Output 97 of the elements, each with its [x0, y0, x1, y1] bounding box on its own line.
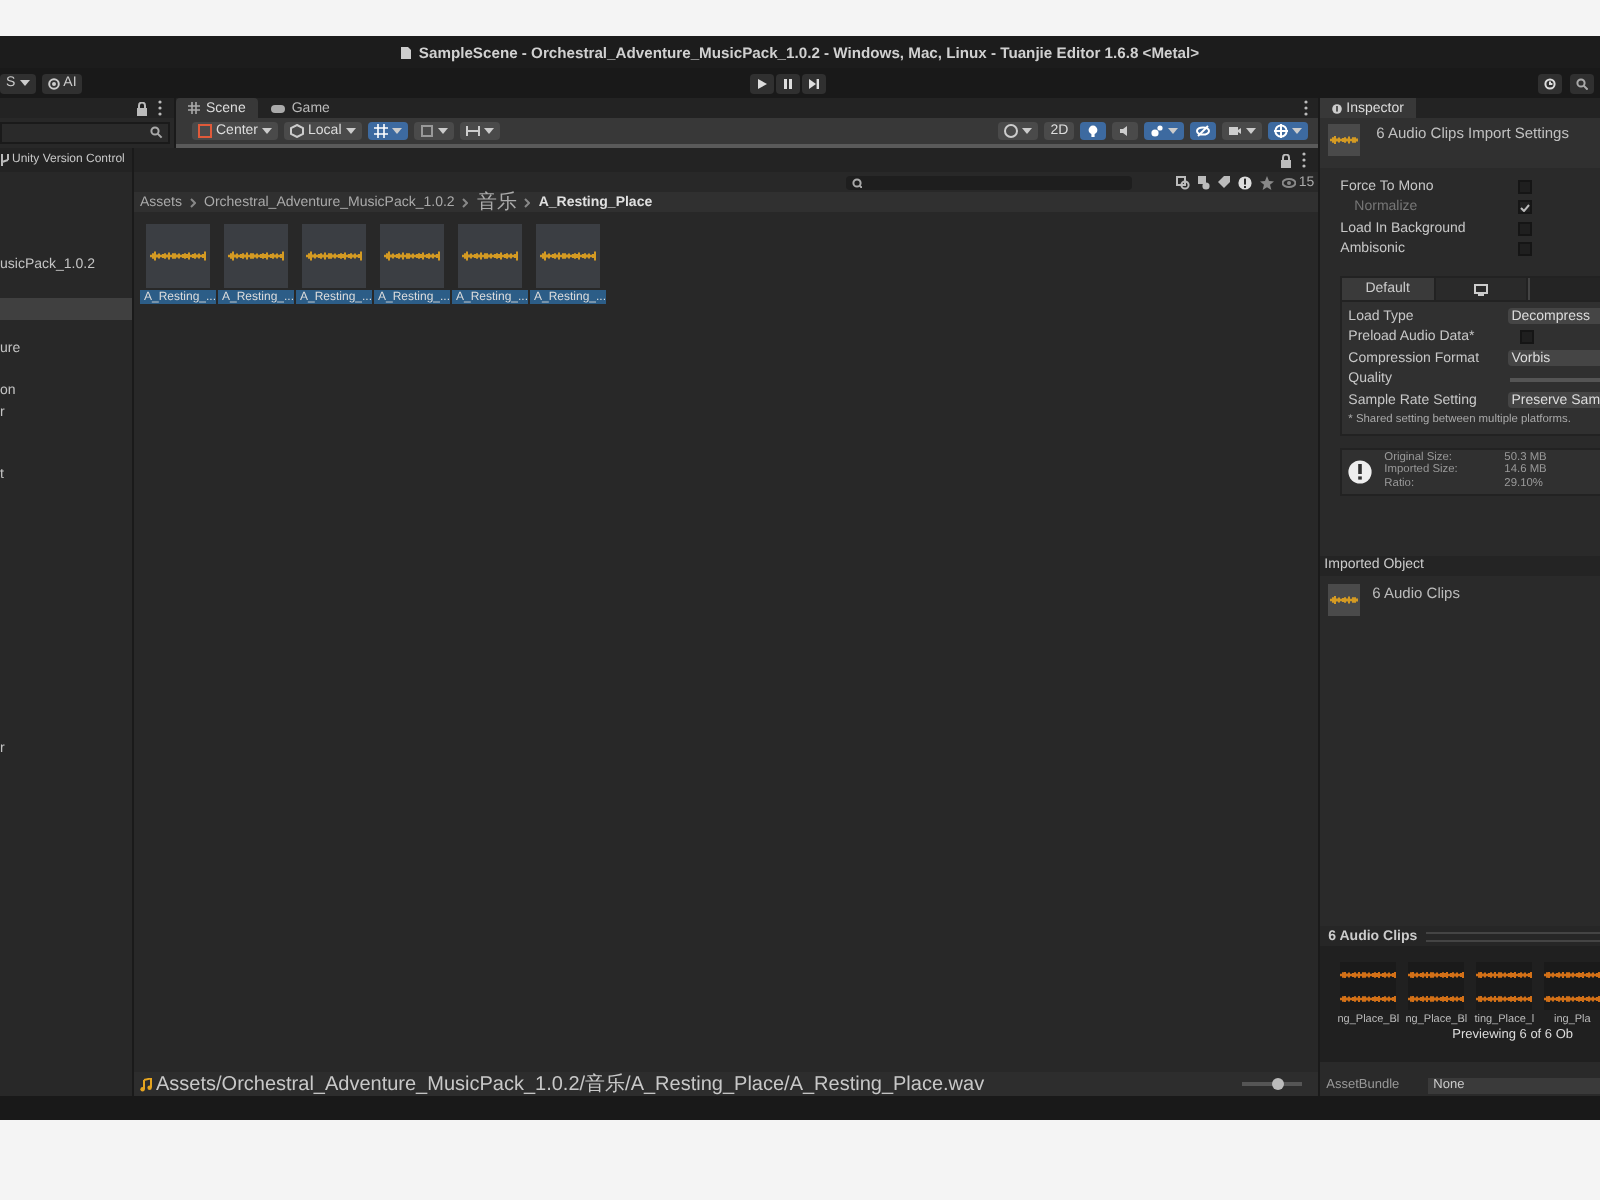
waveform-icon [1330, 136, 1359, 144]
waveform-icon [228, 250, 284, 262]
eye-icon [1282, 177, 1297, 187]
music-note-icon [140, 1077, 152, 1091]
caret-icon [1292, 128, 1303, 134]
lock-icon[interactable] [136, 101, 148, 115]
waveform-icon [1544, 995, 1600, 1001]
waveform-icon [1408, 995, 1465, 1001]
ruler-dropdown[interactable] [459, 122, 500, 140]
waveform-icon [1408, 971, 1465, 977]
caret-icon [391, 128, 402, 134]
audio-thumbnail[interactable] [536, 224, 600, 288]
light-button[interactable] [1080, 122, 1107, 140]
more-icon[interactable] [1302, 152, 1307, 168]
play-button[interactable] [750, 73, 774, 93]
type-filter-icon[interactable] [1198, 175, 1211, 189]
star-icon[interactable] [1260, 175, 1275, 189]
snap-icon [419, 124, 434, 138]
waveform-icon [1476, 971, 1533, 977]
gizmos-dropdown[interactable] [1268, 122, 1309, 140]
caret-icon [437, 128, 448, 134]
info-icon [1332, 103, 1343, 113]
grid-snap-icon [373, 124, 388, 138]
search-icon[interactable] [1576, 77, 1588, 89]
caret-icon [1168, 128, 1179, 134]
audio-thumbnail[interactable] [380, 224, 444, 288]
more-icon[interactable] [1304, 100, 1309, 116]
tag-icon[interactable] [1218, 176, 1231, 188]
search-field[interactable] [846, 175, 1132, 189]
caret-icon [1022, 128, 1033, 134]
grid-snap-dropdown[interactable] [367, 122, 408, 140]
waveform-icon [1544, 971, 1600, 977]
play-icon [756, 77, 768, 89]
check-icon [1520, 203, 1531, 212]
shading-dropdown[interactable] [998, 122, 1039, 140]
caret-icon [345, 128, 356, 134]
waveform-icon [150, 250, 206, 262]
search-button[interactable] [1570, 73, 1594, 93]
pause-icon [782, 77, 794, 89]
waveform-icon [384, 250, 440, 262]
effects-dropdown[interactable] [1144, 122, 1185, 140]
slider-thumb[interactable] [1272, 1078, 1285, 1090]
lock-icon[interactable] [1280, 153, 1293, 167]
audio-thumbnail[interactable] [458, 224, 522, 288]
audio-button[interactable] [1112, 122, 1139, 140]
pivot-icon [198, 124, 212, 138]
step-button[interactable] [802, 73, 826, 93]
space-icon [290, 124, 305, 138]
platform-tab[interactable] [1435, 278, 1528, 300]
camera-icon [1228, 124, 1243, 138]
search-icon[interactable] [852, 177, 862, 187]
waveform-icon [1476, 995, 1533, 1001]
step-icon [808, 77, 820, 89]
waveform-icon [1330, 595, 1359, 603]
chevron-icon [462, 197, 469, 207]
effects-icon [1150, 124, 1165, 138]
caret-icon [483, 128, 494, 134]
version-control-icon [0, 154, 10, 166]
search-field[interactable] [0, 122, 170, 144]
audio-thumbnail[interactable] [302, 224, 366, 288]
slider-track[interactable] [1509, 377, 1600, 382]
gamepad-icon [269, 103, 286, 113]
filter-icon[interactable] [1176, 175, 1191, 189]
audio-icon [1118, 124, 1133, 138]
warning-icon [1348, 459, 1373, 483]
ai-icon [47, 77, 60, 89]
grid-icon [188, 102, 200, 114]
search-icon[interactable] [150, 126, 164, 140]
waveform-icon [1340, 995, 1397, 1001]
light-icon [1086, 124, 1101, 138]
audio-thumbnail[interactable] [224, 224, 288, 288]
file-path: Assets/Orchestral_Adventure_MusicPack_1.0.2/音乐/A_Resting_Place/A_Resting_Place.wav [156, 1071, 985, 1098]
snap-dropdown[interactable] [413, 122, 454, 140]
visibility-button[interactable] [1190, 122, 1217, 140]
monitor-icon [1473, 283, 1488, 295]
waveform-icon [1340, 971, 1397, 977]
camera-dropdown[interactable] [1222, 122, 1263, 140]
pause-button[interactable] [776, 73, 800, 93]
checkbox[interactable] [1520, 330, 1535, 345]
visibility-icon [1196, 124, 1211, 138]
ruler-icon [465, 124, 480, 138]
waveform-icon [462, 250, 518, 262]
history-icon [1544, 77, 1556, 89]
waveform-icon [306, 250, 362, 262]
document-icon [400, 45, 413, 59]
caret-icon [1246, 128, 1257, 134]
chevron-icon [524, 197, 531, 207]
audio-thumbnail[interactable] [146, 224, 210, 288]
chevron-icon [190, 197, 197, 207]
shading-icon [1004, 124, 1019, 138]
history-button[interactable] [1538, 73, 1562, 93]
breadcrumb-link[interactable]: 音乐 [476, 188, 517, 216]
caret-icon [19, 80, 30, 86]
alert-icon[interactable] [1238, 175, 1253, 189]
caret-icon [262, 128, 273, 134]
waveform-icon [540, 250, 596, 262]
gizmos-icon [1274, 124, 1289, 138]
